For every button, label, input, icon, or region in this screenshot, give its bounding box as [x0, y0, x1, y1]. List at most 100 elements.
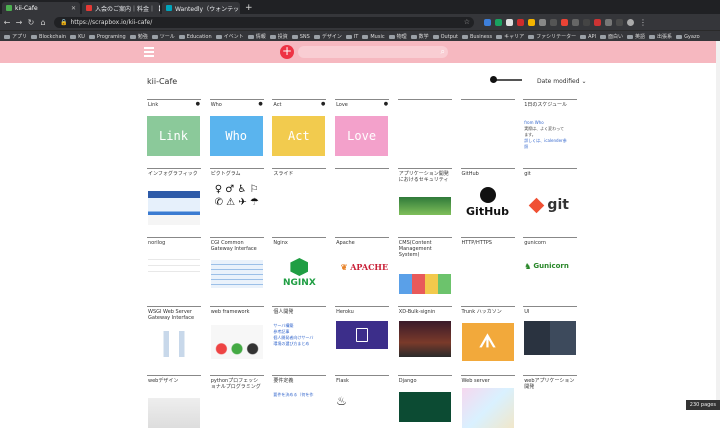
page-card[interactable]: Flask ♨	[335, 375, 390, 433]
bookmark-item[interactable]: キャリア	[496, 33, 524, 40]
page-card[interactable]: Love ● Love	[335, 99, 390, 157]
extension-icon[interactable]	[539, 18, 546, 26]
page-card[interactable]: web framework	[209, 306, 264, 364]
page-card[interactable]: アプリケーション開発におけるセキュリティ	[397, 168, 452, 226]
search-input[interactable]: ⌕	[298, 46, 448, 58]
page-card[interactable]: 個人開発 サーバ構築 参考記事 個人開発者向けサーバ 環境の選び方まとめ	[272, 306, 327, 364]
bookmark-item[interactable]: Education	[178, 34, 212, 40]
bookmark-item[interactable]: Programing	[88, 34, 126, 40]
page-card[interactable]: HTTP/HTTPS	[460, 237, 515, 295]
extension-icon[interactable]	[583, 18, 590, 26]
bookmark-item[interactable]: SNS	[291, 34, 310, 40]
extension-icon[interactable]	[506, 18, 513, 26]
bookmark-item[interactable]: Music	[362, 34, 385, 40]
bookmark-item[interactable]: デザイン	[313, 33, 342, 40]
folder-icon	[345, 34, 352, 39]
hamburger-menu-icon[interactable]	[144, 47, 154, 57]
bookmark-item[interactable]: 面白い	[600, 33, 623, 40]
page-card[interactable]: Trunk ハッカソン ᗑ	[460, 306, 515, 364]
bookmark-item[interactable]: ツール	[151, 33, 175, 40]
bookmark-item[interactable]: ファシリテーター	[528, 33, 576, 40]
page-card[interactable]: webアプリケーション開発	[523, 375, 578, 433]
bookmark-item[interactable]: Output	[432, 34, 458, 40]
page-card[interactable]: GitHub GitHub	[460, 168, 515, 226]
bookmark-star-icon[interactable]: ☆	[464, 17, 470, 28]
browser-tab-1[interactable]: 入会のご案内｜料金｜【スポーツジ ✕	[82, 2, 160, 14]
nginx-hexagon-icon	[290, 258, 309, 276]
page-card[interactable]: Heroku	[335, 306, 390, 364]
bookmark-item[interactable]: 出張系	[649, 33, 672, 40]
bookmark-item[interactable]: API	[580, 34, 596, 40]
new-tab-button[interactable]: +	[245, 2, 253, 14]
apache-logo: ❦ APACHE	[336, 254, 389, 280]
page-card[interactable]: Django	[397, 375, 452, 433]
page-card[interactable]: XD-Bulk-signin	[397, 306, 452, 364]
slider-handle[interactable]	[490, 76, 497, 83]
page-card[interactable]: Act ● Act	[272, 99, 327, 157]
page-card[interactable]	[460, 99, 515, 157]
page-card[interactable]: 要件定義 要件を決める（何を作	[272, 375, 327, 433]
bookmark-item[interactable]: 数学	[410, 33, 429, 40]
extension-icon[interactable]	[605, 18, 612, 26]
page-card[interactable]: UI	[523, 306, 578, 364]
page-card[interactable]: Link ● Link	[147, 99, 201, 157]
forward-icon[interactable]: →	[14, 18, 24, 27]
page-card[interactable]: Nginx NGINX	[272, 237, 327, 295]
menu-dots-icon[interactable]: ⋮	[638, 18, 648, 27]
page-card[interactable]: CGI Common Gateway Interface	[209, 237, 264, 295]
card-thumbnail	[398, 197, 451, 215]
page-card[interactable]: ピクトグラム ♀ ♂ ♿ ⚐ ✆ ⚠ ✈ ☂	[209, 168, 264, 226]
address-bar[interactable]: 🔒 https://scrapbox.io/kii-cafe/ ☆	[54, 16, 474, 28]
card-size-slider[interactable]	[490, 76, 522, 83]
page-card[interactable]: webデザイン	[147, 375, 201, 433]
bookmark-item[interactable]: IT	[345, 34, 358, 40]
bookmark-item[interactable]: 英語	[627, 33, 645, 40]
sort-dropdown[interactable]: Date modified ⌄	[537, 78, 586, 85]
bookmark-item[interactable]: 勉強	[129, 33, 148, 40]
bookmark-item[interactable]: アプリ	[4, 33, 27, 40]
page-card[interactable]: 1日のスケジュール from Who 実際は、よく変わって ます。 詳しくは、icale…	[523, 99, 578, 157]
back-icon[interactable]: ←	[2, 18, 12, 27]
favicon-icon	[6, 5, 12, 11]
card-thumbnail	[148, 331, 200, 357]
page-card[interactable]: Who ● Who	[209, 99, 264, 157]
page-card-title: 個人開発	[273, 309, 294, 315]
bookmark-item[interactable]: 情報	[247, 33, 266, 40]
extension-icon[interactable]	[572, 18, 579, 26]
bookmark-item[interactable]: KU	[70, 34, 85, 40]
page-card[interactable]: gunicorn ♞ Gunicorn	[523, 237, 578, 295]
page-card[interactable]: pythonプロフェッショナルプログラミング	[209, 375, 264, 433]
page-card[interactable]: インフォグラフィック	[147, 168, 201, 226]
bookmark-item[interactable]: Gyazo	[676, 34, 700, 40]
extension-icon[interactable]	[517, 18, 524, 26]
scrollbar[interactable]	[716, 41, 720, 410]
extension-icon[interactable]	[528, 18, 535, 26]
page-card[interactable]	[397, 99, 452, 157]
extension-icon[interactable]	[594, 18, 601, 26]
page-card[interactable]: Web server	[460, 375, 515, 433]
page-card[interactable]: norilog	[147, 237, 201, 295]
page-card[interactable]: スライド	[272, 168, 327, 226]
browser-tab-2[interactable]: Wantedly（ウォンテッドリー）| ✕	[162, 2, 240, 14]
extension-icon[interactable]	[616, 18, 623, 26]
extension-icon[interactable]	[495, 18, 502, 26]
extension-icon[interactable]	[484, 18, 491, 26]
extension-icon[interactable]	[561, 18, 568, 26]
new-page-button[interactable]: +	[280, 45, 294, 59]
page-card[interactable]: CMS(Content Management System)	[397, 237, 452, 295]
bookmark-item[interactable]: 投資	[269, 33, 288, 40]
bookmark-item[interactable]: 物理	[388, 33, 407, 40]
extension-icon[interactable]	[550, 18, 557, 26]
page-card[interactable]: Apache ❦ APACHE	[335, 237, 390, 295]
page-card[interactable]	[335, 168, 390, 226]
page-card[interactable]: git git	[523, 168, 578, 226]
home-icon[interactable]: ⌂	[38, 18, 48, 27]
avatar[interactable]	[627, 18, 634, 26]
bookmark-item[interactable]: Blockchain	[31, 34, 66, 40]
close-icon[interactable]: ✕	[71, 5, 76, 12]
reload-icon[interactable]: ↻	[26, 18, 36, 27]
bookmark-item[interactable]: イベント	[215, 33, 244, 40]
browser-tab-0[interactable]: kii-Cafe ✕	[2, 2, 80, 14]
bookmark-item[interactable]: Business	[462, 34, 492, 40]
page-card[interactable]: WSGI Web Server Gateway Interface	[147, 306, 201, 364]
